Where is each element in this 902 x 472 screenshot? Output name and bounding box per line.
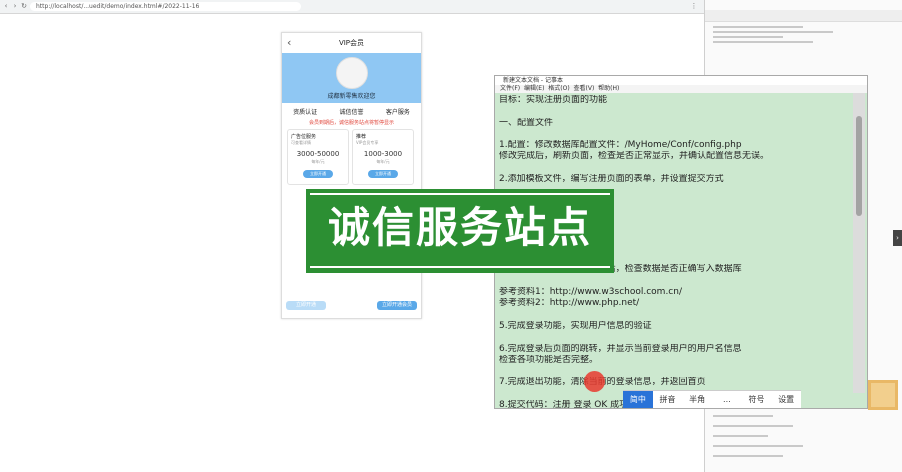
card-sub: VIP会员专享 [356,140,379,145]
service-card[interactable]: 推荐 VIP会员专享 1000-3000 每年/元 立即开通 [352,129,414,185]
mobile-preview: ‹ VIP会员 成都新零售欢迎您 资质认证 诚信信誉 客户服务 会员到期后，诚信… [281,32,422,319]
card-note: 每年/元 [376,159,390,164]
footer-left-button[interactable]: 立即开通 [286,301,326,310]
card-sub: 可查看详情 [291,140,311,145]
devtools-line [713,435,768,437]
menu-help[interactable]: 帮助(H) [598,85,619,92]
text-line: 7.完成退出功能，清除当前的登录信息，并返回首页 [499,377,845,388]
notice-text: 会员到期后，诚信服务站点将暂停显示 [308,120,394,126]
ime-symbol-button[interactable]: 符号 [742,394,772,405]
text-line: 检查各项功能是否完整。 [499,354,599,365]
text-line [499,163,845,174]
text-line: 参考资料1：http://www.w3school.com.cn/ [499,287,682,298]
text-line: 修改完成后，刷新页面，检查是否正常显示，并确认配置信息无误。 [499,151,770,162]
scroll-thumb[interactable] [856,116,862,216]
open-button[interactable]: 立即开通 [303,170,333,178]
ime-halfwidth-button[interactable]: 半角 [682,394,712,405]
user-name: 成都新零售欢迎您 [327,93,376,100]
tab-credit[interactable]: 诚信信誉 [328,107,374,116]
text-line [499,310,845,321]
devtools-line [713,31,833,33]
text-line: 参考资料2：http://www.php.net/ [499,298,640,309]
devtools-tabs[interactable] [705,10,902,22]
menu-icon[interactable]: ⋮ [690,2,698,11]
phone-header: ‹ VIP会员 [282,33,421,53]
back-icon[interactable]: ‹ [2,2,10,11]
expand-arrow-icon[interactable]: › [893,230,902,246]
phone-tabs: 资质认证 诚信信誉 客户服务 [282,107,421,116]
ime-pinyin-button[interactable]: 拼音 [653,394,683,405]
menu-file[interactable]: 文件(F) [500,85,520,92]
window-title: 新建文本文档 - 记事本 [495,76,867,85]
devtools-line [713,36,783,38]
devtools-line [713,41,813,43]
devtools-line [713,445,803,447]
devtools-line [713,26,803,28]
devtools-line [713,415,773,417]
footer-right-button[interactable]: 立即开通会员 [377,301,417,310]
ime-settings-button[interactable]: 设置 [771,394,801,405]
profile-banner: 成都新零售欢迎您 [282,53,421,103]
text-line: 目标：实现注册页面的功能 [499,95,608,105]
card-price: 1000-3000 [363,150,403,158]
text-line: 一、配置文件 [499,117,554,128]
text-line: 5.完成登录功能，实现用户信息的验证 [499,320,652,331]
text-line [499,106,845,117]
card-price: 3000-50000 [296,150,340,158]
mouse-cursor-highlight [584,371,605,392]
open-button[interactable]: 立即开通 [368,170,398,178]
menu-bar: 文件(F) 编辑(E) 格式(O) 查看(V) 帮助(H) [495,85,867,93]
tab-qualification[interactable]: 资质认证 [282,107,328,116]
avatar[interactable] [336,57,368,89]
banner-top-line [310,193,610,195]
title-banner: 诚信服务站点 [306,189,614,273]
devtools-line [713,455,783,457]
text-line [499,129,845,140]
service-card[interactable]: 广告位服务 可查看详情 3000-50000 每年/元 立即开通 [287,129,349,185]
reload-icon[interactable]: ↻ [20,2,28,11]
thumbnail-image [868,380,898,410]
text-line: 1.配置：修改数据库配置文件：/MyHome/Conf/config.php [499,140,742,151]
ime-mode-button[interactable]: 简中 [623,391,653,408]
text-line [499,332,845,343]
text-line [499,366,845,377]
menu-format[interactable]: 格式(O) [548,85,569,92]
tab-service[interactable]: 客户服务 [375,107,421,116]
card-title: 推荐 [356,134,367,140]
text-line: 6.完成登录后页面的跳转，并显示当前登录用户的用户名信息 [499,343,742,354]
banner-bottom-line [310,266,610,268]
menu-view[interactable]: 查看(V) [574,85,595,92]
menu-edit[interactable]: 编辑(E) [524,85,544,92]
card-title: 广告位服务 [291,134,317,140]
text-line [499,276,845,287]
devtools-line [713,425,793,427]
address-bar[interactable]: http://localhost/...uedit/demo/index.htm… [30,2,301,11]
text-line: 2.添加模板文件，编写注册页面的表单，并设置提交方式 [499,174,724,185]
phone-title: VIP会员 [338,39,365,47]
ime-toolbar: 简中 拼音 半角 ... 符号 设置 [623,390,801,408]
banner-text: 诚信服务站点 [327,203,592,252]
ime-more-button[interactable]: ... [712,395,742,404]
forward-icon[interactable]: › [11,2,19,11]
browser-toolbar: ‹ › ↻ http://localhost/...uedit/demo/ind… [0,0,704,14]
card-note: 每年/元 [311,159,325,164]
